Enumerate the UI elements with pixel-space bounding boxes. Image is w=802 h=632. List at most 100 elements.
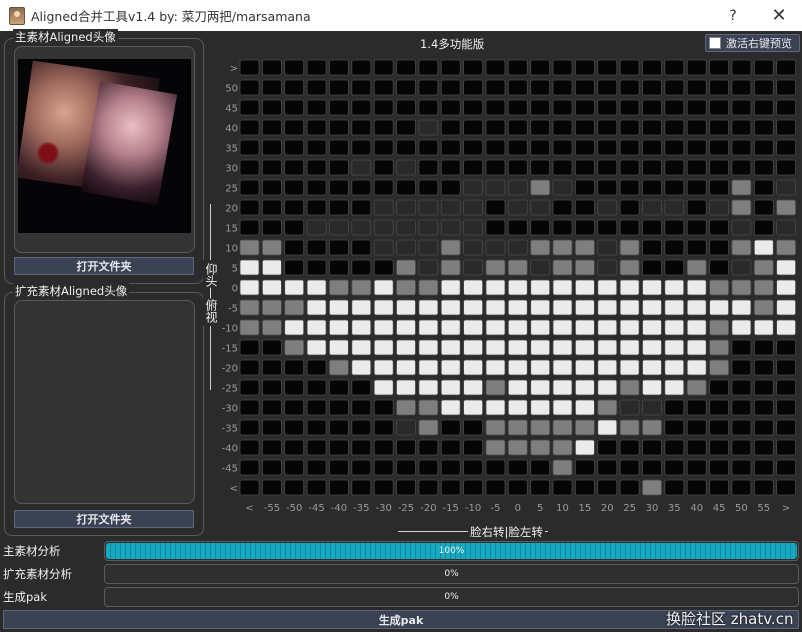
grid-cell[interactable]	[552, 179, 573, 196]
grid-cell[interactable]	[306, 439, 327, 456]
grid-cell[interactable]	[642, 99, 662, 116]
grid-cell[interactable]	[373, 159, 394, 176]
grid-cell[interactable]	[776, 279, 796, 296]
grid-cell[interactable]	[418, 339, 439, 356]
grid-cell[interactable]	[396, 199, 416, 216]
grid-cell[interactable]	[753, 119, 774, 136]
grid-cell[interactable]	[418, 99, 439, 116]
grid-cell[interactable]	[686, 379, 707, 396]
grid-cell[interactable]	[306, 139, 327, 156]
grid-cell[interactable]	[239, 199, 260, 216]
grid-cell[interactable]	[351, 319, 372, 336]
grid-cell[interactable]	[284, 99, 305, 116]
grid-cell[interactable]	[463, 279, 484, 296]
grid-cell[interactable]	[463, 379, 484, 396]
grid-cell[interactable]	[530, 319, 551, 336]
grid-cell[interactable]	[463, 79, 484, 96]
grid-cell[interactable]	[440, 199, 461, 216]
grid-cell[interactable]	[284, 239, 305, 256]
grid-cell[interactable]	[418, 299, 439, 316]
grid-cell[interactable]	[485, 239, 506, 256]
grid-cell[interactable]	[485, 479, 506, 496]
grid-cell[interactable]	[485, 399, 506, 416]
grid-cell[interactable]	[507, 59, 528, 76]
grid-cell[interactable]	[530, 79, 551, 96]
grid-cell[interactable]	[329, 119, 349, 136]
grid-cell[interactable]	[373, 419, 394, 436]
grid-cell[interactable]	[776, 459, 796, 476]
grid-cell[interactable]	[351, 339, 372, 356]
grid-cell[interactable]	[373, 459, 394, 476]
grid-cell[interactable]	[642, 159, 662, 176]
grid-cell[interactable]	[664, 159, 685, 176]
grid-cell[interactable]	[351, 159, 372, 176]
grid-cell[interactable]	[485, 59, 506, 76]
grid-cell[interactable]	[485, 179, 506, 196]
grid-cell[interactable]	[619, 319, 640, 336]
grid-cell[interactable]	[262, 59, 282, 76]
grid-cell[interactable]	[239, 79, 260, 96]
grid-cell[interactable]	[642, 379, 662, 396]
grid-cell[interactable]	[440, 299, 461, 316]
grid-cell[interactable]	[530, 99, 551, 116]
grid-cell[interactable]	[284, 259, 305, 276]
grid-cell[interactable]	[239, 239, 260, 256]
grid-cell[interactable]	[440, 159, 461, 176]
grid-cell[interactable]	[485, 279, 506, 296]
grid-cell[interactable]	[306, 59, 327, 76]
grid-cell[interactable]	[485, 299, 506, 316]
grid-cell[interactable]	[597, 99, 618, 116]
grid-cell[interactable]	[686, 279, 707, 296]
grid-cell[interactable]	[440, 319, 461, 336]
grid-cell[interactable]	[776, 419, 796, 436]
grid-cell[interactable]	[686, 419, 707, 436]
grid-cell[interactable]	[239, 219, 260, 236]
grid-cell[interactable]	[709, 219, 730, 236]
grid-cell[interactable]	[530, 479, 551, 496]
grid-cell[interactable]	[642, 59, 662, 76]
grid-cell[interactable]	[284, 219, 305, 236]
grid-cell[interactable]	[418, 119, 439, 136]
grid-cell[interactable]	[574, 479, 595, 496]
grid-cell[interactable]	[284, 159, 305, 176]
grid-cell[interactable]	[597, 339, 618, 356]
grid-cell[interactable]	[709, 239, 730, 256]
grid-cell[interactable]	[664, 339, 685, 356]
grid-cell[interactable]	[329, 339, 349, 356]
grid-cell[interactable]	[396, 319, 416, 336]
grid-cell[interactable]	[284, 79, 305, 96]
grid-cell[interactable]	[440, 219, 461, 236]
grid-cell[interactable]	[574, 199, 595, 216]
grid-cell[interactable]	[418, 399, 439, 416]
grid-cell[interactable]	[373, 359, 394, 376]
grid-cell[interactable]	[686, 359, 707, 376]
grid-cell[interactable]	[642, 259, 662, 276]
grid-cell[interactable]	[239, 359, 260, 376]
grid-cell[interactable]	[664, 119, 685, 136]
grid-cell[interactable]	[440, 279, 461, 296]
grid-cell[interactable]	[239, 339, 260, 356]
grid-cell[interactable]	[597, 239, 618, 256]
grid-cell[interactable]	[597, 439, 618, 456]
grid-cell[interactable]	[306, 79, 327, 96]
grid-cell[interactable]	[753, 159, 774, 176]
grid-cell[interactable]	[753, 299, 774, 316]
grid-cell[interactable]	[664, 239, 685, 256]
grid-cell[interactable]	[440, 259, 461, 276]
grid-cell[interactable]	[776, 199, 796, 216]
grid-cell[interactable]	[574, 59, 595, 76]
grid-cell[interactable]	[731, 179, 752, 196]
grid-cell[interactable]	[776, 359, 796, 376]
grid-cell[interactable]	[642, 479, 662, 496]
grid-cell[interactable]	[574, 319, 595, 336]
grid-cell[interactable]	[642, 359, 662, 376]
grid-cell[interactable]	[709, 459, 730, 476]
grid-cell[interactable]	[597, 179, 618, 196]
grid-cell[interactable]	[731, 99, 752, 116]
grid-cell[interactable]	[709, 419, 730, 436]
grid-cell[interactable]	[351, 179, 372, 196]
grid-cell[interactable]	[530, 299, 551, 316]
grid-cell[interactable]	[396, 79, 416, 96]
grid-cell[interactable]	[463, 139, 484, 156]
grid-cell[interactable]	[597, 299, 618, 316]
